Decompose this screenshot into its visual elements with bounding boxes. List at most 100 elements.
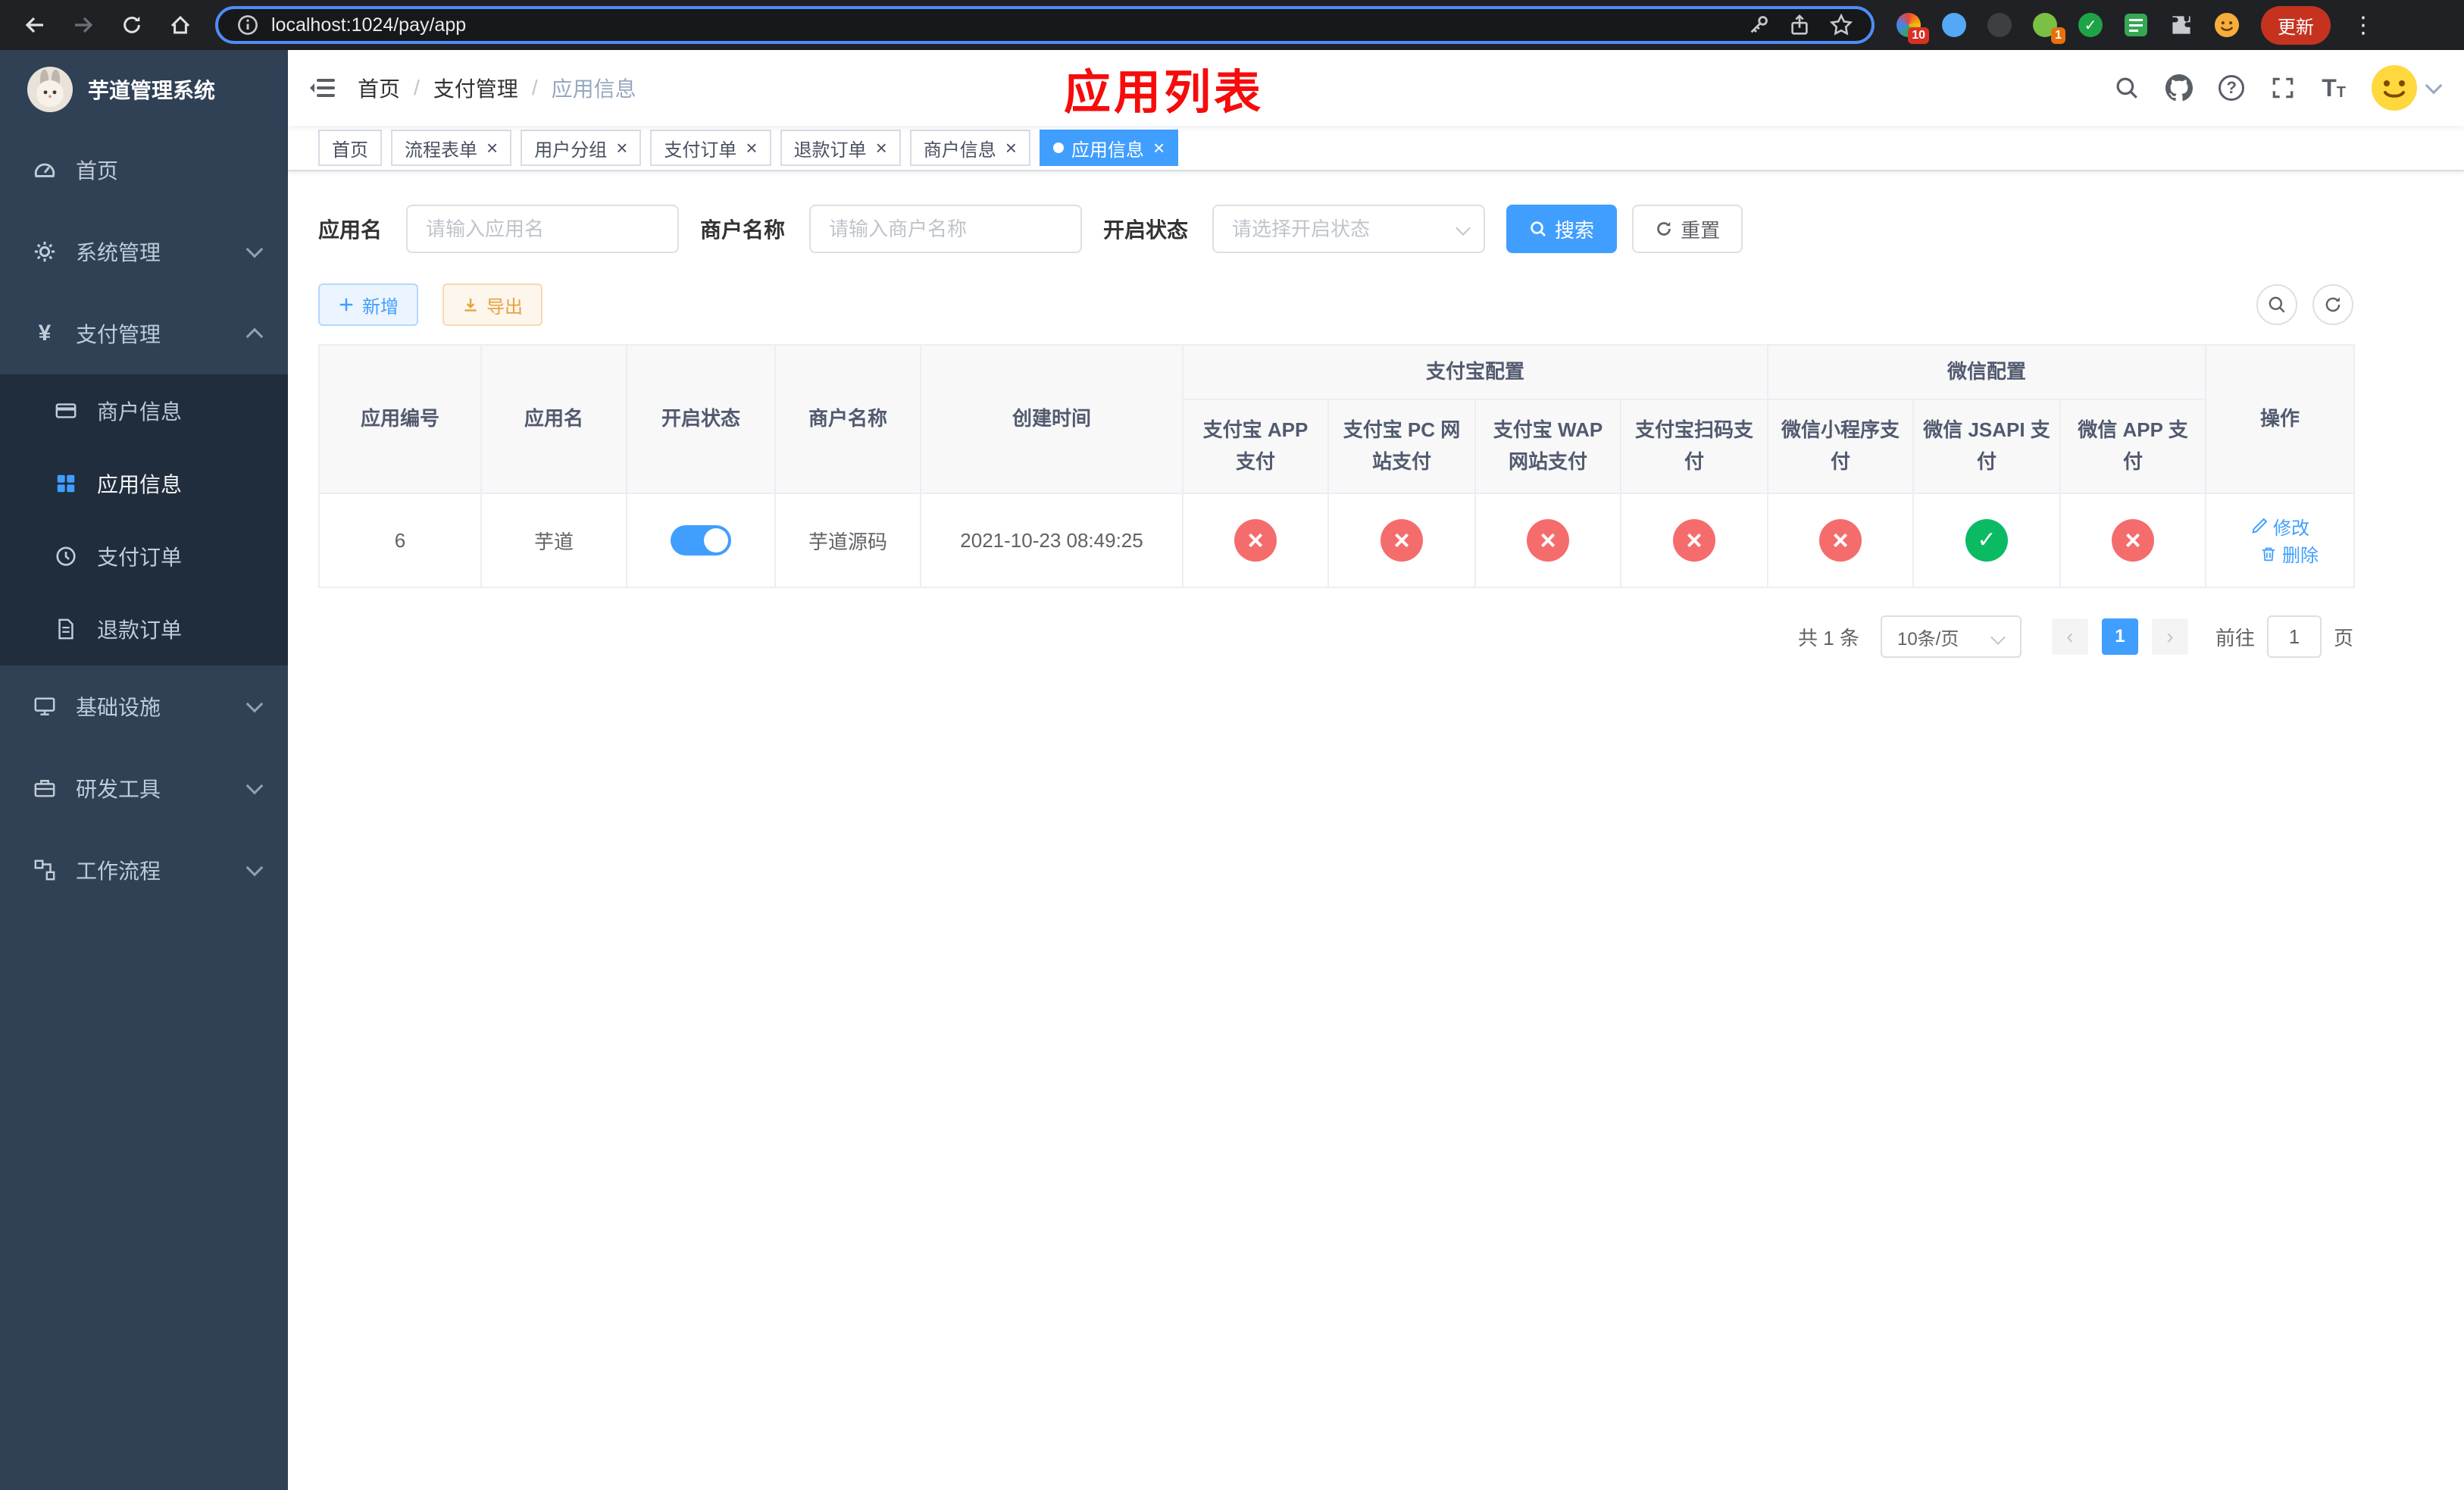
breadcrumb-home[interactable]: 首页 <box>358 73 400 103</box>
sidebar-item-refund-order[interactable]: 退款订单 <box>0 593 288 665</box>
table-toolbar: 新增 导出 <box>318 283 2353 326</box>
page-size-select[interactable] <box>1880 615 2022 658</box>
alipay-pc-status-icon <box>1381 519 1423 562</box>
user-menu[interactable] <box>2372 65 2443 111</box>
goto-page-input[interactable] <box>2266 615 2322 658</box>
sidebar-item-merchant-info[interactable]: 商户信息 <box>0 374 288 447</box>
app-name-input[interactable] <box>406 205 680 253</box>
site-info-icon[interactable] <box>236 14 259 36</box>
browser-profile-avatar[interactable] <box>2214 12 2240 38</box>
tab-app-info[interactable]: 应用信息 × <box>1039 130 1179 166</box>
sidebar: 芋道管理系统 首页 系统管理 ¥ 支付管理 商户信息 应用信息 支付订单 退款订… <box>0 50 288 1490</box>
extension-check-icon[interactable]: ✓ <box>2078 12 2103 38</box>
extensions-puzzle-icon[interactable] <box>2169 12 2194 38</box>
status-select-input[interactable] <box>1212 205 1486 253</box>
extension-badge: 1 <box>2051 27 2065 44</box>
bookmark-star-icon[interactable] <box>1829 13 1853 37</box>
share-icon[interactable] <box>1788 14 1811 36</box>
back-icon[interactable] <box>15 5 55 45</box>
next-page-button[interactable]: › <box>2151 618 2188 655</box>
password-key-icon[interactable] <box>1747 14 1770 36</box>
user-avatar[interactable] <box>2372 65 2417 111</box>
extension-drop-icon[interactable] <box>1941 12 1967 38</box>
chevron-down-icon <box>245 695 264 713</box>
reset-button[interactable]: 重置 <box>1632 205 1743 253</box>
close-icon[interactable]: × <box>746 138 757 158</box>
browser-menu-icon[interactable]: ⋮ <box>2346 12 2381 39</box>
export-button[interactable]: 导出 <box>442 283 543 326</box>
search-button[interactable]: 搜索 <box>1506 205 1618 253</box>
tab-pay-order[interactable]: 支付订单 × <box>650 130 771 166</box>
search-icon[interactable] <box>2114 75 2140 101</box>
extension-green-badge-icon[interactable]: 1 <box>2032 12 2065 44</box>
page-size-value[interactable] <box>1881 617 2020 656</box>
close-icon[interactable]: × <box>1153 138 1165 158</box>
sidebar-item-app-info[interactable]: 应用信息 <box>0 447 288 520</box>
tab-label: 用户分组 <box>534 139 608 161</box>
sidebar-item-pay-order[interactable]: 支付订单 <box>0 520 288 593</box>
close-icon[interactable]: × <box>876 138 887 158</box>
breadcrumb: 首页 / 支付管理 / 应用信息 <box>358 73 636 103</box>
refresh-table-button[interactable] <box>2312 284 2353 325</box>
close-icon[interactable]: × <box>1005 138 1017 158</box>
sidebar-item-infrastructure[interactable]: 基础设施 <box>0 665 288 747</box>
merchant-name-input[interactable] <box>809 205 1083 253</box>
tab-process-form[interactable]: 流程表单 × <box>391 130 512 166</box>
cell-app-id: 6 <box>318 493 482 588</box>
extension-notes-icon[interactable] <box>2123 12 2149 38</box>
github-icon[interactable] <box>2165 74 2194 102</box>
fullscreen-icon[interactable] <box>2270 75 2296 101</box>
tab-home[interactable]: 首页 <box>318 130 382 166</box>
page-unit-label: 页 <box>2333 626 2353 650</box>
col-group-alipay: 支付宝配置 <box>1181 344 1769 400</box>
hide-search-button[interactable] <box>2256 284 2297 325</box>
tab-refund-order[interactable]: 退款订单 × <box>780 130 901 166</box>
tab-label: 商户信息 <box>923 139 996 161</box>
status-select[interactable] <box>1212 205 1486 253</box>
forward-icon[interactable] <box>64 5 103 45</box>
app-shell: 芋道管理系统 首页 系统管理 ¥ 支付管理 商户信息 应用信息 支付订单 退款订… <box>0 50 2464 1490</box>
dashboard-icon <box>33 158 56 181</box>
chrome-update-button[interactable]: 更新 <box>2261 5 2331 45</box>
close-icon[interactable]: × <box>616 138 627 158</box>
sidebar-item-pay[interactable]: ¥ 支付管理 <box>0 293 288 374</box>
sidebar-item-system[interactable]: 系统管理 <box>0 211 288 293</box>
sidebar-collapse-icon[interactable] <box>308 73 338 103</box>
goto-page: 前往 页 <box>2215 615 2353 658</box>
monitor-icon <box>33 695 56 718</box>
font-size-icon[interactable]: TT <box>2322 76 2346 100</box>
tab-user-group[interactable]: 用户分组 × <box>521 130 642 166</box>
chevron-down-icon <box>245 777 264 795</box>
cell-create-time: 2021-10-23 08:49:25 <box>920 493 1184 588</box>
reload-icon[interactable] <box>112 5 152 45</box>
col-alipay-pc: 支付宝 PC 网站支付 <box>1327 399 1476 494</box>
status-toggle[interactable] <box>671 525 731 556</box>
breadcrumb-pay[interactable]: 支付管理 <box>433 73 518 103</box>
export-button-label: 导出 <box>486 296 523 318</box>
tab-label: 支付订单 <box>664 139 737 161</box>
prev-page-button[interactable]: ‹ <box>2051 618 2088 655</box>
chevron-up-icon <box>245 327 264 346</box>
page-number-1[interactable]: 1 <box>2101 618 2138 655</box>
page-annotation-title: 应用列表 <box>1064 67 1265 119</box>
extension-colorwheel-icon[interactable]: 10 <box>1896 12 1929 44</box>
add-button[interactable]: 新增 <box>318 283 418 326</box>
extension-dark-icon[interactable] <box>1987 12 2012 38</box>
sidebar-item-dev-tools[interactable]: 研发工具 <box>0 747 288 829</box>
tab-merchant-info[interactable]: 商户信息 × <box>909 130 1030 166</box>
close-icon[interactable]: × <box>486 138 498 158</box>
delete-link-label: 删除 <box>2282 546 2319 566</box>
edit-link[interactable]: 修改 <box>2250 513 2309 540</box>
delete-link[interactable]: 删除 <box>2259 540 2319 567</box>
reset-button-label: 重置 <box>1681 218 1721 242</box>
help-icon[interactable]: ? <box>2219 75 2245 101</box>
sidebar-item-home[interactable]: 首页 <box>0 129 288 211</box>
address-bar[interactable]: localhost:1024/pay/app <box>215 6 1875 44</box>
url-text[interactable]: localhost:1024/pay/app <box>271 14 1729 36</box>
home-icon[interactable] <box>161 5 200 45</box>
sidebar-item-workflow[interactable]: 工作流程 <box>0 829 288 911</box>
filter-form: 应用名 商户名称 开启状态 搜索 <box>318 205 2353 253</box>
breadcrumb-separator: / <box>531 76 538 99</box>
sidebar-item-label: 研发工具 <box>76 778 161 801</box>
col-app-name: 应用名 <box>480 344 627 494</box>
